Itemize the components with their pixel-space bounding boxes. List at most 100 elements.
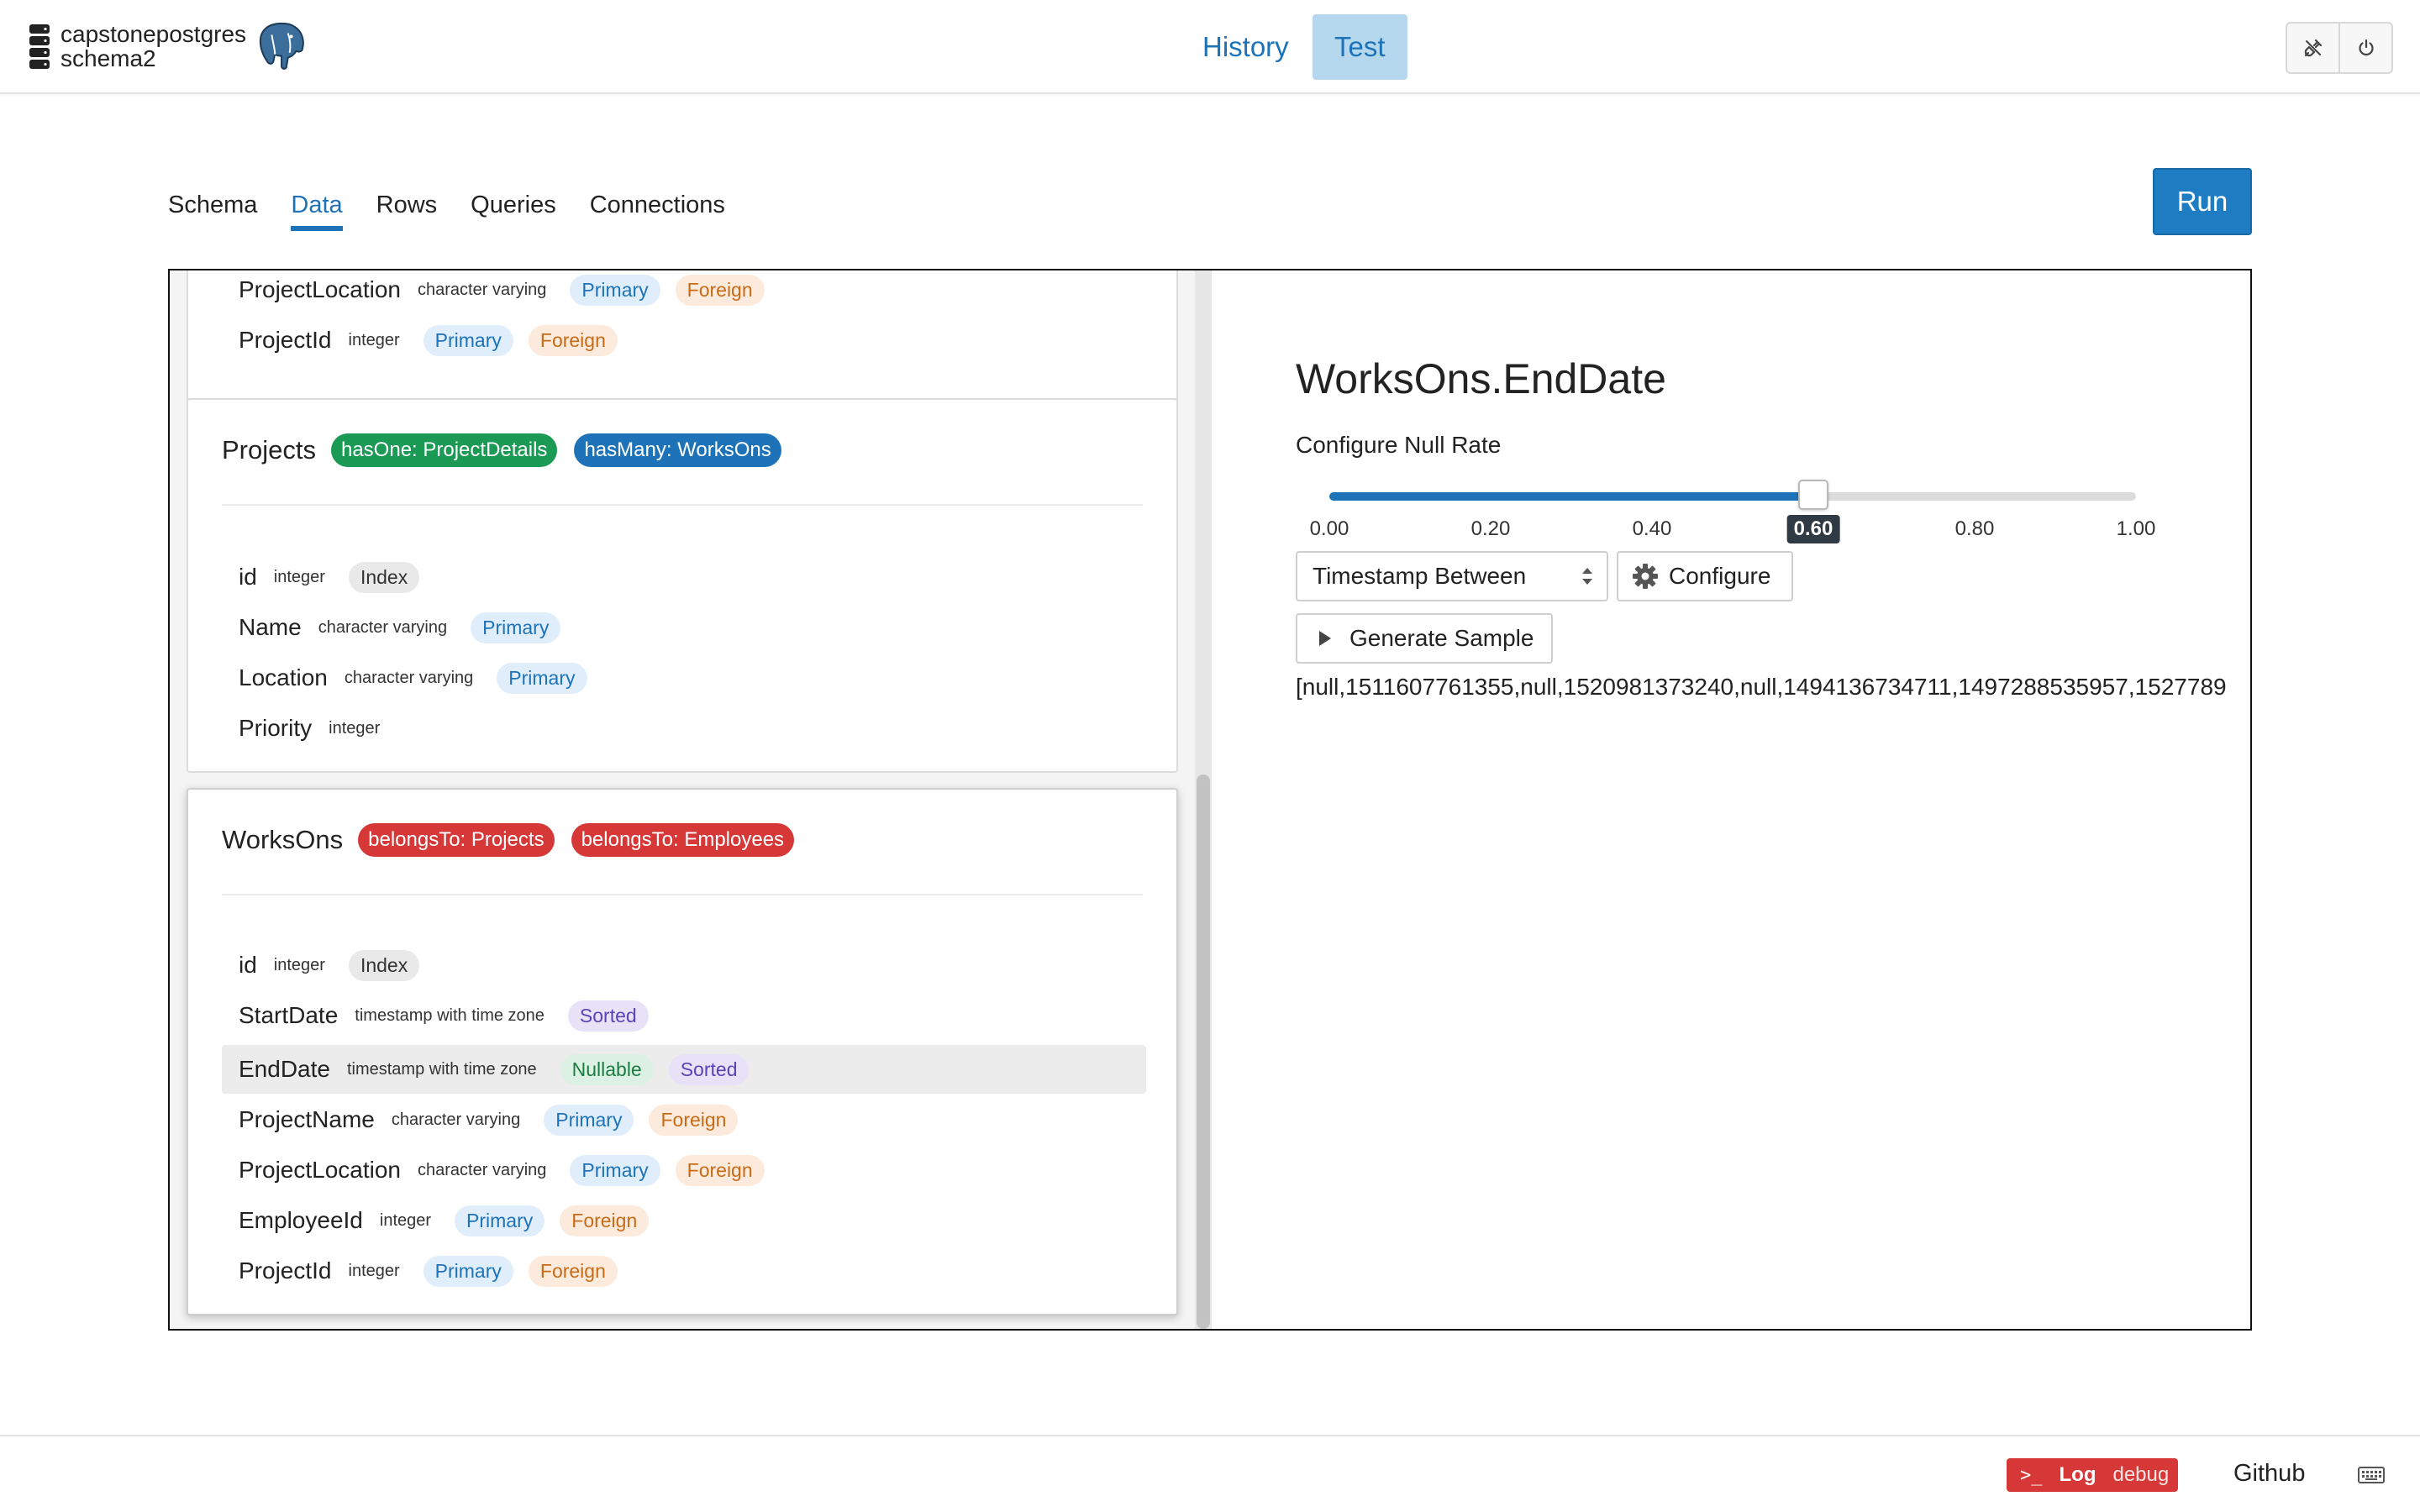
column-row[interactable]: ProjectId integer Primary Foreign [222,1250,1146,1292]
table-card-projects[interactable]: Projects hasOne: ProjectDetails hasMany:… [187,398,1178,773]
column-row[interactable]: id integer Index [222,944,1146,986]
column-name: EmployeeId [239,1207,363,1233]
column-name: Priority [239,715,313,741]
generator-select[interactable]: Timestamp Between [1296,551,1608,601]
column-name: id [239,564,257,590]
disconnect-button[interactable] [2287,24,2338,72]
column-row[interactable]: ProjectName character varying Primary Fo… [222,1099,1146,1141]
run-button[interactable]: Run [2153,168,2252,235]
select-arrows-icon [1582,568,1592,585]
column-name: ProjectLocation [239,276,402,302]
nullable-tag: Nullable [560,1053,654,1085]
power-button[interactable] [2338,24,2391,72]
db-name: capstonepostgres [60,21,247,47]
divider [222,504,1143,506]
terminal-icon: >_ [2020,1464,2043,1486]
nav-tab-history[interactable]: History [1181,14,1311,80]
foreign-tag: Foreign [675,274,765,306]
column-name: ProjectId [239,1257,332,1284]
column-type: timestamp with time zone [355,1005,544,1025]
column-name: id [239,952,257,978]
scrollbar-thumb[interactable] [1197,774,1210,1329]
tab-data[interactable]: Data [291,192,343,231]
github-link[interactable]: Github [2233,1460,2305,1488]
column-row[interactable]: StartDate timestamp with time zone Sorte… [222,995,1146,1037]
generator-select-value: Timestamp Between [1313,563,1527,589]
table-list: ProjectLocation character varying Primar… [170,270,1212,1329]
primary-tag: Primary [423,324,513,356]
slider-tick-label: 0.20 [1470,517,1511,540]
schema-name: schema2 [60,45,156,71]
column-row[interactable]: EmployeeId integer Primary Foreign [222,1200,1146,1242]
index-tag: Index [348,561,420,593]
connection-controls [2286,22,2393,74]
primary-tag: Primary [497,662,587,694]
column-name: ProjectId [239,327,332,353]
relation-badge: belongsTo: Projects [358,823,555,857]
column-type: timestamp with time zone [346,1059,537,1079]
column-name: ProjectLocation [239,1157,402,1183]
column-name: ProjectName [239,1106,375,1132]
index-tag: Index [348,949,420,981]
foreign-tag: Foreign [528,324,618,356]
column-row[interactable]: Name character varying Primary [222,606,1146,648]
generate-sample-button[interactable]: Generate Sample [1296,613,1553,664]
keyboard-icon[interactable] [2358,1467,2385,1483]
sorted-tag: Sorted [668,1053,750,1085]
primary-tag: Primary [570,274,660,306]
column-row[interactable]: Location character varying Primary [222,657,1146,699]
relation-badge: belongsTo: Employees [571,823,795,857]
column-row[interactable]: ProjectLocation character varying Primar… [222,1149,1146,1191]
tab-rows[interactable]: Rows [376,192,438,231]
log-label: Log [2059,1463,2096,1486]
column-name: Name [239,614,302,640]
column-row[interactable]: ProjectId integer Primary Foreign [222,319,1146,361]
null-rate-slider[interactable] [1329,480,2136,510]
column-row[interactable]: ProjectLocation character varying Primar… [222,270,1146,311]
selected-field-title: WorksOns.EndDate [1296,355,1666,402]
table-card-worksons[interactable]: WorksOns belongsTo: Projects belongsTo: … [187,788,1178,1315]
slider-handle[interactable] [1798,480,1828,510]
foreign-tag: Foreign [649,1104,739,1136]
table-header: WorksOns belongsTo: Projects belongsTo: … [222,823,811,857]
play-icon [1319,631,1331,646]
log-button[interactable]: >_ Log debug [2007,1458,2178,1492]
column-type: character varying [344,668,474,687]
nav-tab-test[interactable]: Test [1313,14,1407,80]
tab-schema[interactable]: Schema [168,192,257,231]
column-type: integer [348,1261,400,1280]
column-type: integer [329,718,381,738]
column-type: integer [273,567,325,586]
column-name: Location [239,664,328,690]
database-icon [29,24,50,69]
column-row[interactable]: Priority integer [222,707,1146,749]
column-row[interactable]: id integer Index [222,556,1146,598]
data-panel: ProjectLocation character varying Primar… [168,269,2252,1331]
disconnect-plug-icon [2304,39,2322,57]
primary-tag: Primary [423,1255,513,1287]
primary-tag: Primary [455,1205,545,1236]
slider-current-value: 0.60 [1786,515,1840,543]
table-name: Projects [222,435,316,465]
column-row-selected[interactable]: EndDate timestamp with time zone Nullabl… [222,1045,1146,1094]
column-type: character varying [318,617,448,637]
column-config-panel: WorksOns.EndDate Configure Null Rate 0.0… [1212,270,2250,1329]
sample-output: [null,1511607761355,null,1520981373240,n… [1296,674,2227,700]
configure-button[interactable]: Configure [1617,551,1793,601]
connection-brand: capstonepostgres schema2 [29,21,304,71]
postgres-elephant-icon [259,22,304,70]
column-type: integer [348,330,400,349]
primary-tag: Primary [471,612,561,643]
column-name: EndDate [239,1056,330,1082]
primary-tag: Primary [544,1104,634,1136]
null-rate-label: Configure Null Rate [1296,432,1502,458]
relation-badge: hasMany: WorksOns [574,433,781,467]
divider [222,894,1143,895]
table-name: WorksOns [222,825,344,854]
foreign-tag: Foreign [675,1154,765,1186]
sorted-tag: Sorted [567,1000,649,1032]
tab-connections[interactable]: Connections [590,192,725,231]
column-type: integer [273,955,325,974]
slider-tick-label: 0.00 [1309,517,1349,540]
tab-queries[interactable]: Queries [471,192,556,231]
